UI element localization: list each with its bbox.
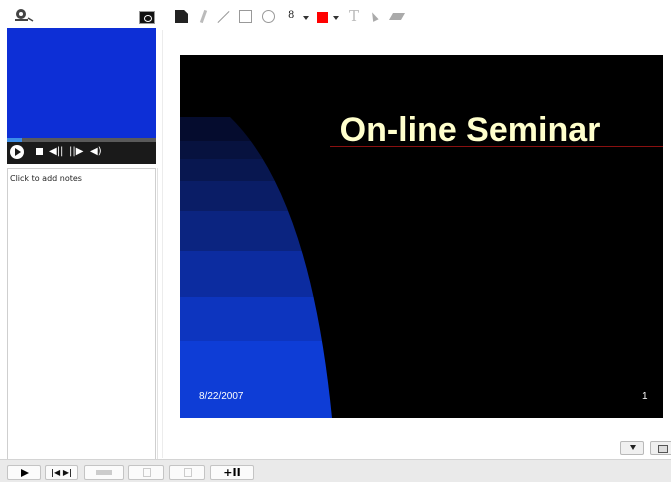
play-icon[interactable] <box>10 145 24 159</box>
step-back-icon[interactable]: ◀|| <box>49 147 63 157</box>
notes-placeholder[interactable]: Click to add notes <box>10 174 82 183</box>
disabled-page-button[interactable] <box>128 465 164 480</box>
webcam-icon[interactable] <box>13 8 35 22</box>
slide-title: On-line Seminar <box>339 111 601 149</box>
play-button[interactable] <box>7 465 41 480</box>
disabled-tool-button[interactable] <box>84 465 124 480</box>
line-icon[interactable] <box>217 10 230 23</box>
rectangle-icon[interactable] <box>239 10 252 23</box>
volume-icon[interactable]: ◀) <box>90 147 102 157</box>
prev-next-button[interactable]: |◀ ▶| <box>45 465 78 480</box>
pen-color-swatch[interactable] <box>317 12 328 23</box>
ellipse-icon[interactable] <box>262 10 275 23</box>
video-progress-bar[interactable] <box>7 138 156 142</box>
pen-icon[interactable] <box>197 10 210 23</box>
drawing-toolbar: 8 T <box>170 6 420 28</box>
text-icon[interactable]: T <box>349 7 359 25</box>
page-icon[interactable] <box>175 10 188 23</box>
slide-date: 8/22/2007 <box>199 391 244 402</box>
presentation-slide[interactable]: On-line Seminar 8/22/2007 1 <box>180 55 663 418</box>
disabled-page-button-2[interactable] <box>169 465 205 480</box>
pen-size-value[interactable]: 8 <box>288 10 296 21</box>
camera-icon[interactable] <box>139 11 155 24</box>
stop-icon[interactable] <box>36 148 43 155</box>
video-controls: ◀|| ||▶ ◀) <box>7 138 156 164</box>
webcam-video <box>7 28 156 138</box>
pen-size-dropdown-icon[interactable] <box>303 16 309 20</box>
pointer-icon[interactable] <box>369 11 379 22</box>
panel-divider <box>157 168 158 460</box>
add-button[interactable]: +II <box>210 465 254 480</box>
color-dropdown-icon[interactable] <box>333 16 339 20</box>
window-button[interactable] <box>650 441 671 455</box>
step-forward-icon[interactable]: ||▶ <box>69 147 83 157</box>
notes-panel[interactable]: Click to add notes <box>7 168 156 460</box>
video-progress-fill <box>7 138 22 142</box>
left-panel-header <box>0 0 160 28</box>
download-button[interactable] <box>620 441 644 455</box>
eraser-icon[interactable] <box>388 13 406 20</box>
bottom-toolbar: |◀ ▶| +II <box>0 459 671 482</box>
slide-number: 1 <box>642 391 648 402</box>
